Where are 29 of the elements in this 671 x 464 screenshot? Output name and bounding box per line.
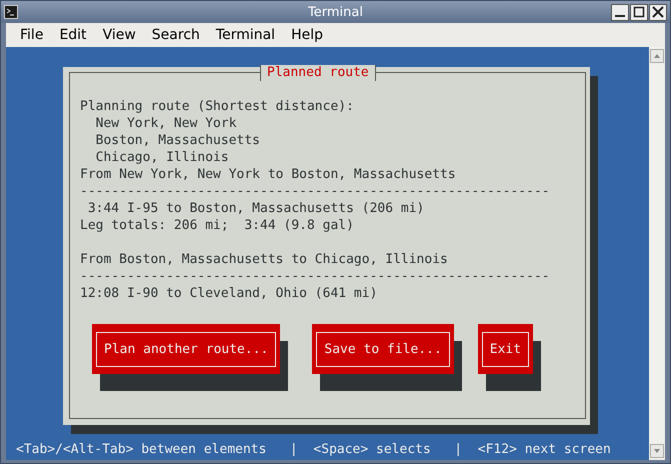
- text-line: Planning route (Shortest distance):: [80, 98, 355, 115]
- text-line: Boston, Massachusetts: [94, 132, 262, 149]
- text-line: From New York, New York to Boston, Massachusetts: [80, 166, 457, 183]
- close-icon[interactable]: [649, 4, 667, 20]
- dialog-button[interactable]: Exit: [478, 324, 534, 374]
- text-line: 12:08 I-90 to Cleveland, Ohio (641 mi): [80, 285, 378, 302]
- text-line: 3:44 I-95 to Boston, Massachusetts (206 mi): [86, 200, 426, 217]
- dialog-button[interactable]: Save to file...: [312, 324, 454, 374]
- text-line: ------------------------------------------------------------: [80, 183, 551, 200]
- key-hint-text: <Tab>/<Alt-Tab> between elements | <Space> selects | <F12> next screen: [15, 441, 612, 459]
- window-title: Terminal: [308, 4, 363, 20]
- maximize-icon[interactable]: [630, 4, 648, 20]
- menu-item[interactable]: Help: [283, 27, 331, 43]
- terminal-icon: [4, 5, 18, 19]
- scroll-up-icon[interactable]: [650, 49, 664, 63]
- dialog-title: Planned route: [260, 65, 376, 81]
- text-line: Leg totals: 206 mi; 3:44 (9.8 gal): [80, 217, 355, 234]
- menu-item[interactable]: View: [94, 27, 144, 43]
- minimize-icon[interactable]: [611, 4, 629, 20]
- menu-item[interactable]: File: [12, 27, 52, 43]
- text-line: New York, New York: [94, 115, 238, 132]
- dialog-button[interactable]: Plan another route...: [92, 324, 280, 374]
- menu-item[interactable]: Search: [144, 27, 208, 43]
- text-line: Chicago, Illinois: [94, 149, 230, 166]
- scroll-down-icon[interactable]: [650, 444, 664, 458]
- text-line: ------------------------------------------------------------: [80, 268, 551, 285]
- menu-item[interactable]: Edit: [51, 27, 95, 43]
- menu-item[interactable]: Terminal: [208, 27, 284, 43]
- text-line: From Boston, Massachusetts to Chicago, Illinois: [80, 251, 449, 268]
